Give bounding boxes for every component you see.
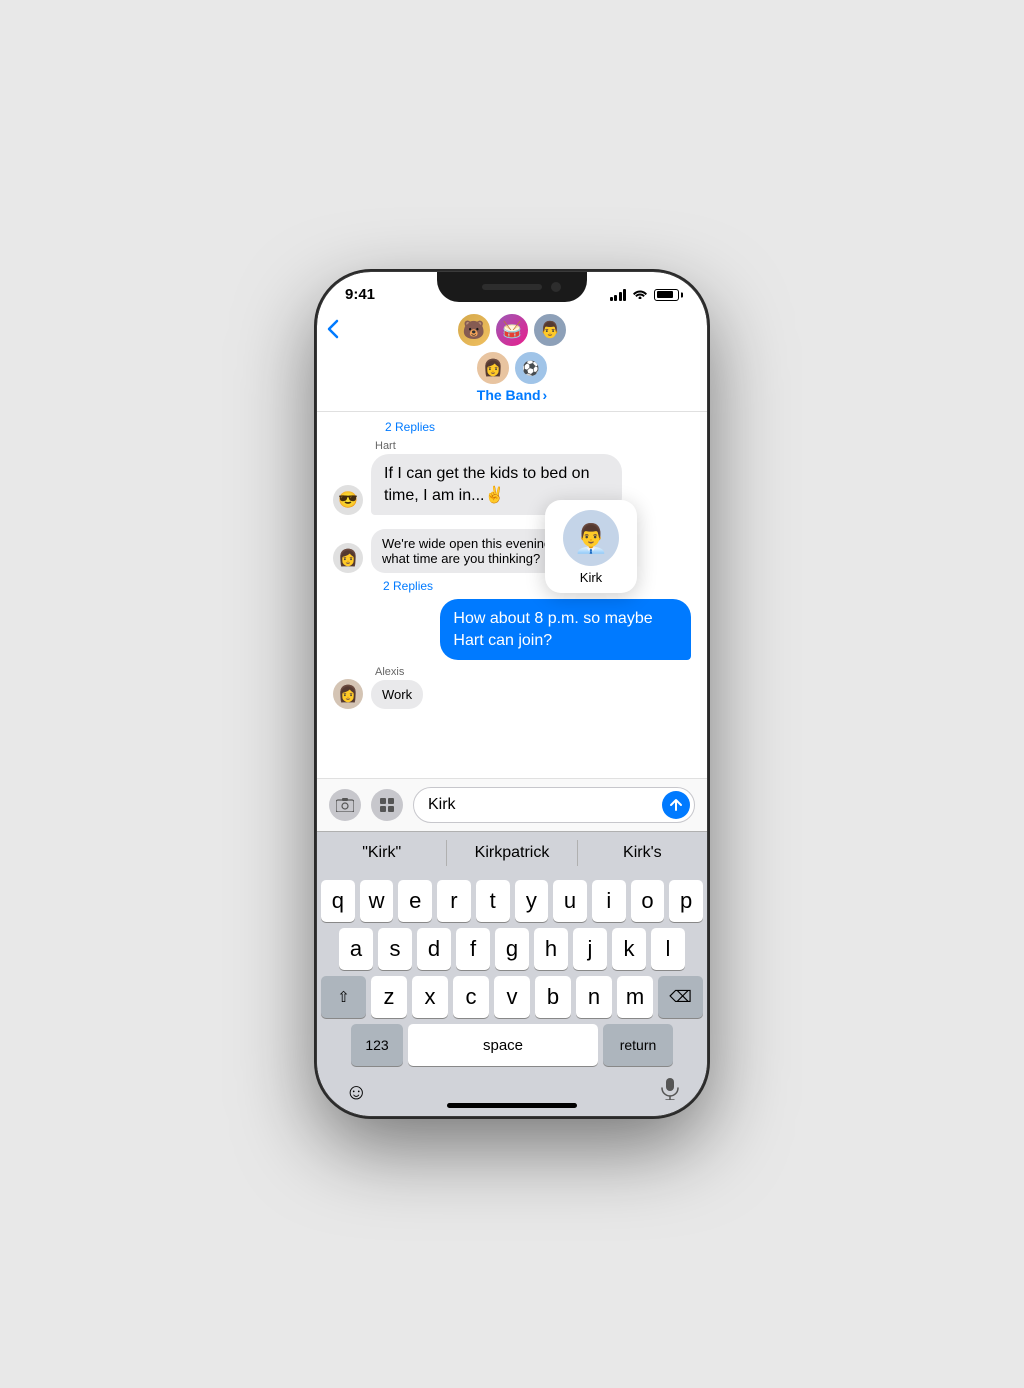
key-h[interactable]: h: [534, 928, 568, 970]
key-c[interactable]: c: [453, 976, 489, 1018]
message-content-alexis: Alexis Work: [371, 666, 423, 709]
phone-device: 9:41: [317, 272, 707, 1116]
send-button[interactable]: [662, 791, 690, 819]
keyboard-row-2: a s d f g h j k l: [321, 928, 703, 970]
group-avatar-row1: 🐻 🥁 👨: [457, 313, 567, 347]
speaker: [482, 284, 542, 290]
emoji-button[interactable]: ☺: [345, 1079, 367, 1105]
key-a[interactable]: a: [339, 928, 373, 970]
delete-key[interactable]: ⌫: [658, 976, 703, 1018]
messages-area[interactable]: 2 Replies 😎 Hart If I can get the kids t…: [317, 412, 707, 778]
key-p[interactable]: p: [669, 880, 703, 922]
key-g[interactable]: g: [495, 928, 529, 970]
key-r[interactable]: r: [437, 880, 471, 922]
wifi-icon: [632, 287, 648, 302]
group-avatar-5: ⚽: [514, 351, 548, 385]
group-avatar-row2: 👩 ⚽: [476, 351, 548, 385]
message-input-wrap: Kirk: [413, 787, 695, 823]
key-j[interactable]: j: [573, 928, 607, 970]
key-q[interactable]: q: [321, 880, 355, 922]
sender-avatar-alexis: 👩: [333, 679, 363, 709]
sender-name-hart: Hart: [375, 440, 622, 452]
notch: [437, 272, 587, 302]
message-bubble-outgoing: How about 8 p.m. so maybe Hart can join?: [440, 599, 691, 660]
keyboard-row-1: q w e r t y u i o p: [321, 880, 703, 922]
group-avatar-1: 🐻: [457, 313, 491, 347]
key-l[interactable]: l: [651, 928, 685, 970]
bottom-bar: ☺: [317, 1072, 707, 1116]
sender-avatar-hart: 😎: [333, 485, 363, 515]
message-bubble-alexis: Work: [371, 680, 423, 709]
mention-name: Kirk: [580, 570, 602, 585]
key-v[interactable]: v: [494, 976, 530, 1018]
shift-key[interactable]: ⇧: [321, 976, 366, 1018]
phone-screen: 9:41: [317, 272, 707, 1116]
screen-content: 9:41: [317, 272, 707, 1116]
key-u[interactable]: u: [553, 880, 587, 922]
keyboard-row-3: ⇧ z x c v b n m ⌫: [321, 976, 703, 1018]
message-row-2: 👩 We're wide open this evening, what tim…: [333, 529, 691, 573]
mention-popup[interactable]: 👨‍💼 Kirk: [545, 500, 637, 593]
space-key[interactable]: space: [408, 1024, 598, 1066]
replies-link-2[interactable]: 2 Replies: [383, 579, 691, 593]
key-y[interactable]: y: [515, 880, 549, 922]
status-time: 9:41: [345, 286, 375, 303]
key-b[interactable]: b: [535, 976, 571, 1018]
key-x[interactable]: x: [412, 976, 448, 1018]
message-input-text: Kirk: [428, 796, 456, 814]
key-i[interactable]: i: [592, 880, 626, 922]
input-toolbar: Kirk: [317, 778, 707, 831]
key-o[interactable]: o: [631, 880, 665, 922]
chat-header: 🐻 🥁 👨 👩 ⚽: [317, 309, 707, 412]
home-indicator: [447, 1103, 577, 1108]
key-e[interactable]: e: [398, 880, 432, 922]
key-m[interactable]: m: [617, 976, 653, 1018]
key-s[interactable]: s: [378, 928, 412, 970]
numbers-key[interactable]: 123: [351, 1024, 403, 1066]
key-k[interactable]: k: [612, 928, 646, 970]
group-name[interactable]: The Band ›: [477, 387, 547, 403]
group-avatar-3: 👨: [533, 313, 567, 347]
front-camera: [551, 282, 561, 292]
key-z[interactable]: z: [371, 976, 407, 1018]
autocomplete-item-2[interactable]: Kirk's: [578, 840, 707, 866]
signal-icon: [610, 289, 627, 301]
autocomplete-bar: "Kirk" Kirkpatrick Kirk's: [317, 831, 707, 874]
replies-link-1[interactable]: 2 Replies: [385, 420, 691, 434]
group-avatar-2: 🥁: [495, 313, 529, 347]
sender-avatar-2: 👩: [333, 543, 363, 573]
keyboard-row-4: 123 space return: [321, 1024, 703, 1066]
key-d[interactable]: d: [417, 928, 451, 970]
mention-avatar: 👨‍💼: [563, 510, 619, 566]
camera-button[interactable]: [329, 789, 361, 821]
message-row: 😎 Hart If I can get the kids to bed on t…: [333, 440, 691, 515]
battery-icon: [654, 289, 679, 301]
key-n[interactable]: n: [576, 976, 612, 1018]
app-button[interactable]: [371, 789, 403, 821]
autocomplete-item-1[interactable]: Kirkpatrick: [447, 840, 577, 866]
sender-name-alexis: Alexis: [375, 666, 423, 678]
status-icons: [610, 287, 680, 302]
autocomplete-item-0[interactable]: "Kirk": [317, 840, 447, 866]
mic-button[interactable]: [661, 1078, 679, 1106]
keyboard: q w e r t y u i o p a s d f g: [317, 874, 707, 1072]
key-f[interactable]: f: [456, 928, 490, 970]
key-t[interactable]: t: [476, 880, 510, 922]
message-content-outgoing: How about 8 p.m. so maybe Hart can join?: [440, 599, 691, 660]
key-w[interactable]: w: [360, 880, 394, 922]
return-key[interactable]: return: [603, 1024, 673, 1066]
message-row-outgoing: How about 8 p.m. so maybe Hart can join?: [333, 599, 691, 660]
group-avatar-4: 👩: [476, 351, 510, 385]
message-row-alexis: 👩 Alexis Work: [333, 666, 691, 709]
back-button[interactable]: [327, 319, 339, 339]
